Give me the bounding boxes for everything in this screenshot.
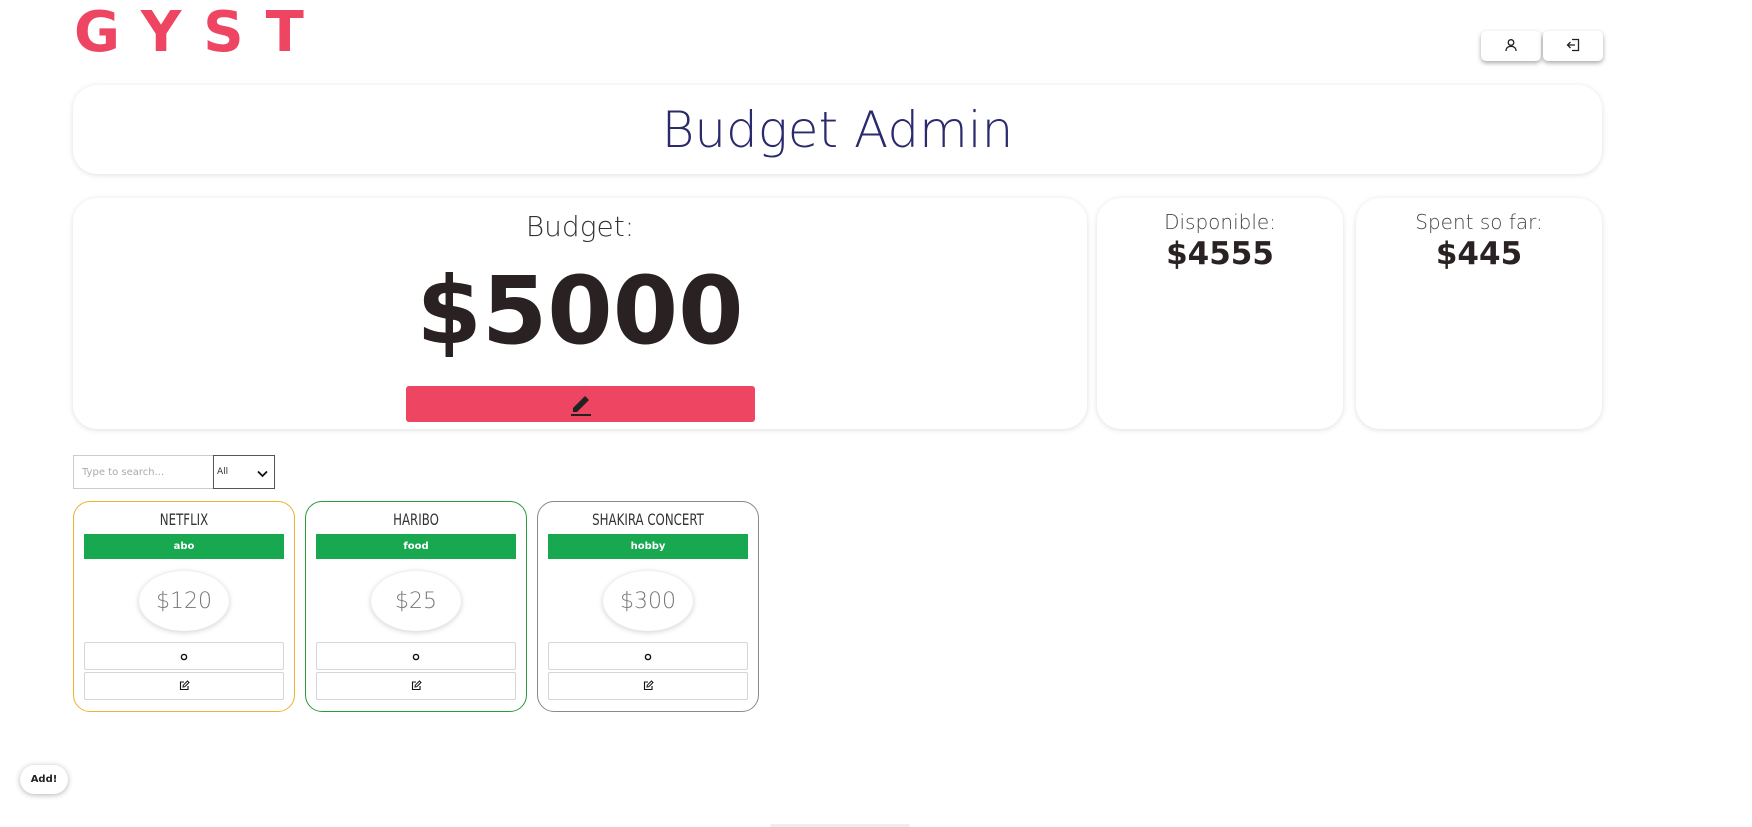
delete-icon (180, 649, 188, 664)
category-select[interactable]: All (213, 455, 275, 489)
available-card: Disponible: $4555 (1097, 198, 1343, 429)
delete-button[interactable] (548, 642, 748, 670)
expense-name: NETFLIX (159, 510, 209, 529)
edit-expense-button[interactable] (84, 672, 284, 700)
expense-card: NETFLIX abo $120 (73, 501, 295, 712)
logout-button[interactable] (1543, 31, 1603, 61)
expense-card: SHAKIRA CONCERT hobby $300 (537, 501, 759, 712)
chevron-down-icon (257, 463, 268, 482)
spent-card: Spent so far: $445 (1356, 198, 1602, 429)
profile-button[interactable] (1481, 31, 1541, 61)
expense-card: HARIBO food $25 (305, 501, 527, 712)
category-select-value: All (217, 467, 229, 477)
spent-value: $445 (1435, 236, 1523, 272)
logout-icon (1566, 38, 1580, 55)
expense-name: SHAKIRA CONCERT (592, 510, 704, 529)
budget-value: $5000 (416, 257, 744, 366)
title-card: Budget Admin (73, 85, 1602, 174)
add-expense-button[interactable]: Add! (20, 765, 68, 794)
budget-label: Budget: (525, 210, 635, 243)
edit-icon (179, 679, 190, 694)
edit-icon (411, 679, 422, 694)
expense-name: HARIBO (393, 510, 439, 529)
category-badge: abo (84, 534, 284, 559)
expense-amount: $120 (139, 571, 229, 631)
user-icon (1504, 38, 1518, 55)
delete-icon (644, 649, 652, 664)
category-badge: hobby (548, 534, 748, 559)
available-value: $4555 (1166, 236, 1274, 272)
edit-icon (643, 679, 654, 694)
pencil-icon (569, 390, 593, 419)
delete-button[interactable] (84, 642, 284, 670)
search-input[interactable] (73, 455, 213, 489)
budget-card: Budget: $5000 (73, 198, 1087, 429)
expense-amount: $25 (371, 571, 461, 631)
page-title: Budget Admin (661, 100, 1014, 159)
category-badge: food (316, 534, 516, 559)
delete-icon (412, 649, 420, 664)
available-label: Disponible: (1164, 210, 1276, 234)
app-logo: GYST (74, 0, 326, 65)
spent-label: Spent so far: (1415, 210, 1543, 234)
expense-amount: $300 (603, 571, 693, 631)
edit-expense-button[interactable] (548, 672, 748, 700)
edit-expense-button[interactable] (316, 672, 516, 700)
edit-budget-button[interactable] (406, 386, 755, 422)
delete-button[interactable] (316, 642, 516, 670)
